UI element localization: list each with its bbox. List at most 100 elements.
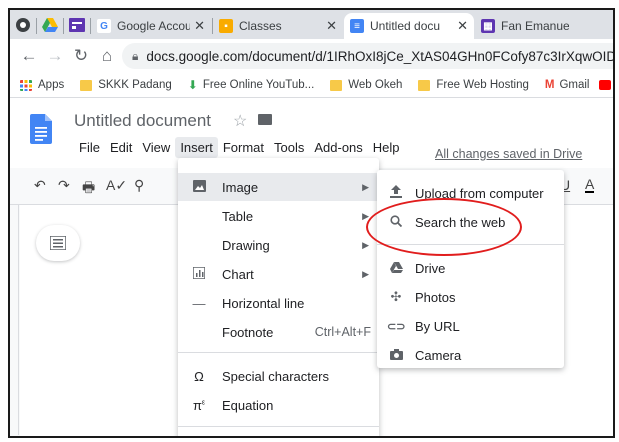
menu-item-table[interactable]: Table ▶ [178, 202, 379, 230]
spellcheck-icon[interactable]: A✓ [106, 177, 127, 194]
bookmark-web-okeh[interactable]: Web Okeh [330, 79, 402, 91]
menu-item-label: Special characters [222, 368, 329, 384]
bookmark-free-online-youtube[interactable]: ⬇ Free Online YouTub... [188, 78, 315, 92]
chrome-icon[interactable] [12, 14, 34, 36]
bookmark-gmail[interactable]: M Gmail [545, 79, 590, 91]
text-color-icon[interactable]: A [585, 177, 595, 193]
bookmark-free-web-hosting[interactable]: Free Web Hosting [418, 79, 529, 91]
image-icon [188, 179, 210, 195]
document-title[interactable]: Untitled document [74, 111, 211, 131]
submenu-item-photos[interactable]: ✣ Photos [377, 283, 564, 311]
menu-item-special-characters[interactable]: Ω Special characters [178, 362, 379, 390]
undo-icon[interactable]: ↶ [34, 177, 46, 194]
bookmark-apps[interactable]: Apps [20, 79, 64, 91]
menu-item-drawing[interactable]: Drawing ▶ [178, 231, 379, 259]
close-icon[interactable]: ✕ [326, 18, 337, 34]
tab-google-account[interactable]: G Google Accoun ✕ [91, 13, 211, 39]
redo-icon[interactable]: ↷ [58, 177, 70, 194]
red-highlight-ellipse [366, 198, 522, 256]
close-icon[interactable]: ✕ [457, 18, 468, 34]
folder-icon [330, 79, 343, 91]
submenu-item-label: By URL [415, 318, 460, 334]
tab-title: Classes [239, 19, 282, 33]
submenu-item-drive[interactable]: Drive [377, 254, 564, 282]
youtube-icon[interactable] [599, 80, 612, 90]
menu-item-label: Chart [222, 266, 254, 282]
paint-format-icon[interactable]: ⚲ [134, 177, 144, 194]
menu-view[interactable]: View [137, 137, 175, 158]
menu-item-label: Horizontal line [222, 295, 305, 311]
app-tab-icon[interactable] [66, 14, 88, 36]
menu-divider [178, 352, 379, 353]
menu-item-label: Table [222, 208, 254, 224]
vertical-ruler [12, 205, 19, 435]
tab-strip: G Google Accoun ✕ ▪ Classes ✕ ≡ Untitled… [10, 10, 613, 39]
shortcut-label: Ctrl+Alt+F [314, 325, 371, 339]
submenu-item-camera[interactable]: Camera [377, 341, 564, 369]
menu-file[interactable]: File [74, 137, 105, 158]
chart-icon [188, 265, 210, 282]
menu-item-footnote[interactable]: Footnote Ctrl+Alt+F [178, 318, 379, 346]
upload-icon [387, 185, 405, 201]
lock-icon[interactable]: 🔒︎ [132, 49, 138, 64]
bookmarks-bar: Apps SKKK Padang ⬇ Free Online YouTub...… [10, 73, 613, 98]
submenu-arrow-icon: ▶ [362, 239, 369, 250]
menu-item-equation[interactable]: πε Equation [178, 391, 379, 419]
download-arrow-icon: ⬇ [187, 78, 198, 92]
google-docs-logo-icon[interactable] [30, 114, 52, 144]
menu-tools[interactable]: Tools [269, 137, 309, 158]
browser-toolbar: ← → ↻ ⌂ 🔒︎ docs.google.com/document/d/1I… [10, 39, 613, 73]
bookmark-skkk-padang[interactable]: SKKK Padang [80, 79, 172, 91]
menu-item-horizontal-line[interactable]: — Horizontal line [178, 289, 379, 317]
close-icon[interactable]: ✕ [194, 18, 205, 34]
menu-help[interactable]: Help [368, 137, 405, 158]
menu-item-image[interactable]: Image ▶ [178, 173, 379, 201]
google-g-icon: G [97, 19, 111, 33]
insert-menu: Image ▶ Table ▶ Drawing ▶ Chart ▶ — Hori… [178, 158, 379, 436]
photos-icon: ✣ [390, 289, 402, 304]
bookmark-label: Free Web Hosting [436, 79, 529, 91]
classroom-icon: ▪ [219, 19, 233, 33]
forward-arrow-icon[interactable]: → [42, 46, 68, 66]
submenu-arrow-icon: ▶ [362, 181, 369, 192]
address-bar[interactable]: 🔒︎ docs.google.com/document/d/1IRhOxI8jC… [122, 43, 613, 69]
submenu-item-label: Camera [415, 347, 462, 363]
move-folder-icon[interactable] [258, 114, 272, 125]
menu-item-chart[interactable]: Chart ▶ [178, 260, 379, 288]
bookmark-label: Free Online YouTub... [202, 79, 315, 91]
tab-fan-emanuel[interactable]: ▦ Fan Emanuel [475, 13, 575, 39]
menu-addons[interactable]: Add-ons [309, 137, 367, 158]
bookmark-label: Gmail [559, 79, 590, 91]
submenu-item-label: Photos [415, 289, 456, 305]
folder-icon [418, 79, 431, 91]
omega-icon: Ω [194, 368, 204, 384]
star-icon[interactable]: ☆ [233, 111, 247, 131]
submenu-item-label: Drive [415, 260, 446, 276]
bookmark-label: SKKK Padang [98, 79, 172, 91]
tab-title: Google Accoun [117, 19, 190, 33]
menu-edit[interactable]: Edit [105, 137, 137, 158]
horizontal-line-icon: — [192, 295, 206, 311]
drive-tab-icon[interactable] [39, 14, 61, 36]
document-outline-button[interactable] [36, 225, 80, 261]
browser-window: G Google Accoun ✕ ▪ Classes ✕ ≡ Untitled… [8, 8, 615, 438]
tab-untitled-document[interactable]: ≡ Untitled docu ✕ [344, 13, 474, 39]
calendar-icon: ▦ [481, 19, 495, 33]
print-icon[interactable]: 🖶︎ [82, 177, 95, 201]
tab-classes[interactable]: ▪ Classes ✕ [213, 13, 343, 39]
submenu-arrow-icon: ▶ [362, 268, 369, 279]
folder-icon [80, 79, 93, 91]
menu-insert[interactable]: Insert [175, 137, 218, 158]
back-arrow-icon[interactable]: ← [16, 46, 42, 66]
camera-icon [387, 348, 405, 363]
save-status-link[interactable]: All changes saved in Drive [435, 147, 582, 161]
menu-item-label: Footnote [222, 324, 274, 340]
submenu-item-by-url[interactable]: ⊂⊃ By URL [377, 312, 564, 340]
reload-icon[interactable]: ↻ [68, 46, 94, 66]
docs-icon: ≡ [350, 19, 364, 33]
tab-divider [36, 18, 37, 34]
menu-format[interactable]: Format [218, 137, 269, 158]
tab-divider [63, 18, 64, 34]
home-icon[interactable]: ⌂ [94, 46, 120, 66]
pi-icon: πε [192, 397, 206, 413]
